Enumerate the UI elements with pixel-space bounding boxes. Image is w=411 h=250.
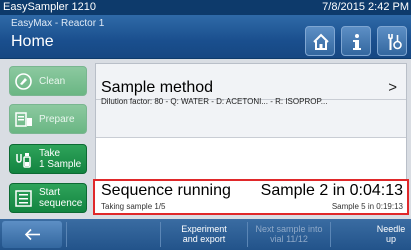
last-sample-timer: Sample 5 in 0:19:13 <box>331 202 403 211</box>
experiment-label-1: Experiment <box>181 224 227 234</box>
clean-button[interactable]: Clean <box>9 66 87 96</box>
arrow-left-icon <box>24 228 40 241</box>
home-button[interactable] <box>305 26 335 56</box>
sequence-title: Sequence running <box>101 182 231 199</box>
date-time: 7/8/2015 2:42 PM <box>322 1 409 13</box>
needle-label-2: up <box>385 234 396 244</box>
info-button[interactable] <box>341 26 371 56</box>
sequence-progress: Taking sample 1/5 <box>101 202 166 211</box>
start-label-line2: sequence <box>39 198 83 209</box>
sequence-status-row[interactable]: Sequence running Taking sample 1/5 Sampl… <box>93 179 409 215</box>
sample-vial-icon <box>16 153 31 168</box>
sample-method-detail: Dilution factor: 80 - Q: WATER - D: ACET… <box>101 97 328 106</box>
clean-label: Clean <box>39 76 66 87</box>
prepare-icon <box>15 112 32 127</box>
bottom-toolbar: Experiment and export Next sample into v… <box>0 219 411 250</box>
take-label-line2: 1 Sample <box>39 159 82 170</box>
next-sample-timer: Sample 2 in 0:04:13 <box>260 182 403 199</box>
prepare-label: Prepare <box>39 114 75 125</box>
experiment-export-button[interactable]: Experiment and export <box>161 219 247 250</box>
title-bar: EasySampler 1210 7/8/2015 2:42 PM <box>0 0 411 15</box>
experiment-label-2: and export <box>182 234 226 244</box>
needle-up-button[interactable]: Needle up <box>331 219 411 250</box>
app-name: EasySampler 1210 <box>3 1 96 13</box>
header: EasyMax - Reactor 1 Home <box>0 15 411 58</box>
next-sample-vial-button[interactable]: Next sample into vial 11/12 <box>248 219 330 250</box>
take-sample-button[interactable]: Take 1 Sample <box>9 144 87 174</box>
settings-button[interactable] <box>377 26 407 56</box>
start-label-line1: Start <box>39 187 61 198</box>
toolbar-divider <box>66 222 67 247</box>
sequence-icon <box>15 190 32 207</box>
next-sample-label-1: Next sample into <box>255 224 323 234</box>
page-title: Home <box>11 33 54 50</box>
prepare-button[interactable]: Prepare <box>9 104 87 134</box>
needle-label-1: Needle <box>376 224 406 234</box>
info-icon <box>353 34 361 50</box>
row-divider <box>96 137 406 138</box>
take-label-line1: Take <box>39 148 61 159</box>
clean-icon <box>15 73 32 90</box>
home-icon <box>313 33 329 50</box>
start-sequence-button[interactable]: Start sequence <box>9 183 87 213</box>
next-sample-label-2: vial 11/12 <box>270 234 308 244</box>
tool-icon <box>388 34 402 50</box>
chevron-right-icon: > <box>388 79 397 96</box>
back-button[interactable] <box>2 221 62 248</box>
reactor-subtitle: EasyMax - Reactor 1 <box>11 18 105 29</box>
sample-method-title: Sample method <box>101 79 214 96</box>
header-divider <box>0 58 411 59</box>
